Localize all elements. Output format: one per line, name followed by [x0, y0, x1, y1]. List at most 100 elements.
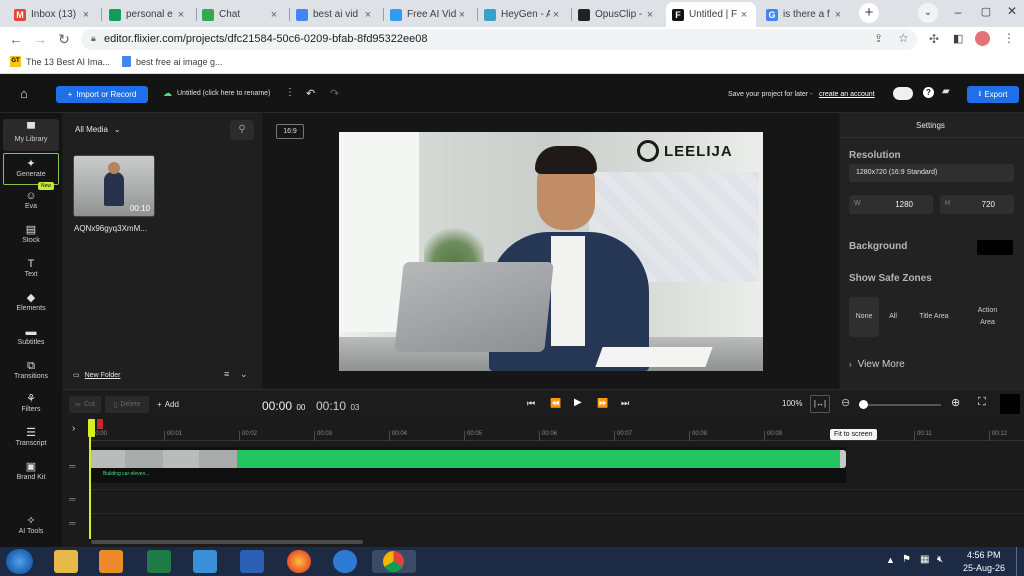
- timeline-collapse-icon[interactable]: ›: [72, 423, 75, 434]
- maximize-window-button[interactable]: ▢: [978, 5, 994, 21]
- nav-item-elements[interactable]: ◆ Elements: [3, 288, 59, 320]
- bookmark-star-icon[interactable]: ☆: [898, 31, 909, 45]
- browser-tab[interactable]: F Untitled | F ×: [666, 2, 756, 27]
- nav-item-transitions[interactable]: ⧉ Transitions: [3, 356, 59, 388]
- safe-zone-option[interactable]: None: [849, 297, 879, 337]
- nav-item-eva[interactable]: ☺ Eva: [3, 186, 59, 218]
- close-tab-icon[interactable]: ×: [644, 9, 656, 21]
- create-account-link[interactable]: create an account: [819, 91, 875, 98]
- new-tab-button[interactable]: +: [859, 3, 879, 23]
- word-icon[interactable]: [240, 550, 264, 573]
- internet-explorer-icon[interactable]: [333, 550, 357, 573]
- video-clip[interactable]: [89, 450, 846, 468]
- close-tab-icon[interactable]: ×: [550, 9, 562, 21]
- background-color-swatch[interactable]: [977, 240, 1013, 255]
- fit-to-screen-icon[interactable]: |↔|: [810, 395, 830, 413]
- width-input[interactable]: W 1280: [849, 195, 933, 214]
- browser-tab[interactable]: Chat ×: [196, 2, 286, 27]
- track-drag-handle[interactable]: ═: [69, 518, 75, 528]
- tray-flag-icon[interactable]: ⚑: [902, 554, 911, 565]
- close-tab-icon[interactable]: ×: [80, 9, 92, 21]
- browser-tab[interactable]: Free AI Vid ×: [384, 2, 474, 27]
- close-tab-icon[interactable]: ×: [738, 9, 750, 21]
- fullscreen-icon[interactable]: ⛶: [978, 396, 986, 409]
- media-player-icon[interactable]: [99, 550, 123, 573]
- fast-forward-icon[interactable]: ⏩: [597, 398, 608, 409]
- nav-item-filters[interactable]: ⚘ Filters: [3, 389, 59, 421]
- zoom-slider[interactable]: [859, 400, 941, 409]
- minimize-window-button[interactable]: –: [950, 5, 966, 21]
- side-panel-icon[interactable]: ◧: [953, 32, 963, 45]
- chrome-icon[interactable]: [372, 550, 416, 573]
- nav-item-ai-tools[interactable]: ✧ AI Tools: [3, 511, 59, 543]
- forward-button[interactable]: →: [32, 32, 48, 46]
- tab-search-icon[interactable]: ⌄: [918, 3, 938, 23]
- address-bar[interactable]: 🔒︎ editor.flixier.com/projects/dfc21584-…: [81, 29, 917, 50]
- rewind-icon[interactable]: ⏪: [550, 398, 561, 409]
- zoom-out-icon[interactable]: ⊖: [841, 396, 850, 409]
- browser-tab[interactable]: best ai vid ×: [290, 2, 380, 27]
- show-desktop-button[interactable]: [1016, 547, 1024, 576]
- redo-icon[interactable]: ↷: [330, 87, 339, 100]
- close-window-button[interactable]: ✕: [1004, 4, 1020, 20]
- collapse-panel-icon[interactable]: ⌄: [240, 369, 248, 380]
- delete-button[interactable]: ▯ Delete: [105, 396, 149, 413]
- view-more-button[interactable]: › View More: [849, 359, 905, 370]
- add-button[interactable]: + Add: [151, 396, 185, 413]
- lock-icon[interactable]: 🔒︎: [91, 33, 96, 44]
- browser-tab[interactable]: M Inbox (13) ×: [8, 2, 98, 27]
- track-drag-handle[interactable]: ═: [69, 494, 75, 504]
- browser-tab[interactable]: Gis there a f ×: [760, 2, 850, 27]
- theme-toggle-icon[interactable]: [893, 87, 913, 100]
- back-button[interactable]: ←: [8, 32, 24, 46]
- media-filter-dropdown[interactable]: All Media ⌄: [75, 125, 121, 134]
- reload-button[interactable]: ↻: [56, 32, 72, 46]
- help-icon[interactable]: ?: [923, 87, 934, 98]
- zoom-in-icon[interactable]: ⊕: [951, 396, 960, 409]
- playhead[interactable]: [88, 419, 95, 539]
- file-explorer-icon[interactable]: [54, 550, 78, 573]
- track-drag-handle[interactable]: ═: [69, 461, 75, 471]
- skip-start-icon[interactable]: ⏮: [527, 398, 535, 409]
- home-icon[interactable]: ⌂: [20, 86, 28, 101]
- share-icon[interactable]: ⇪: [874, 32, 883, 45]
- extensions-icon[interactable]: ✣: [929, 32, 939, 46]
- browser-menu-icon[interactable]: ⋮: [1003, 31, 1015, 45]
- project-title[interactable]: Untitled (click here to rename): [177, 90, 270, 97]
- panel-toggle-icon[interactable]: [1000, 394, 1020, 414]
- export-button[interactable]: ⭳ Export: [967, 86, 1019, 103]
- clip-end-handle[interactable]: [840, 450, 846, 468]
- bookmark-item[interactable]: GT The 13 Best AI Ima...: [10, 56, 110, 67]
- profile-avatar[interactable]: [975, 31, 990, 46]
- zoom-slider-handle[interactable]: [859, 400, 868, 409]
- import-button[interactable]: + Import or Record: [56, 86, 148, 103]
- media-item[interactable]: 00:10: [73, 155, 155, 217]
- tray-up-arrow-icon[interactable]: ▲: [886, 555, 895, 565]
- video-preview[interactable]: LEELIJA: [339, 132, 763, 371]
- cut-button[interactable]: ✂ Cut: [69, 396, 101, 413]
- nav-item-brand-kit[interactable]: ▣ Brand Kit: [3, 457, 59, 489]
- app-icon[interactable]: [193, 550, 217, 573]
- bookmark-item[interactable]: best free ai image g...: [122, 56, 223, 67]
- safe-zone-option[interactable]: Action Area: [961, 297, 1014, 337]
- close-tab-icon[interactable]: ×: [456, 9, 468, 21]
- nav-item-transcript[interactable]: ☰ Transcript: [3, 423, 59, 455]
- excel-icon[interactable]: [147, 550, 171, 573]
- safe-zone-option[interactable]: All: [879, 297, 907, 337]
- sort-icon[interactable]: ≡: [224, 369, 229, 379]
- project-menu-icon[interactable]: ⋮: [285, 87, 295, 98]
- undo-icon[interactable]: ↶: [306, 87, 315, 100]
- close-tab-icon[interactable]: ×: [362, 9, 374, 21]
- tray-network-icon[interactable]: ▦: [920, 554, 929, 565]
- start-button[interactable]: [6, 549, 33, 574]
- nav-item-generate[interactable]: ✦ Generate: [3, 153, 59, 185]
- nav-item-subtitles[interactable]: ▬ Subtitles: [3, 322, 59, 354]
- firefox-icon[interactable]: [287, 550, 311, 573]
- nav-item-stock[interactable]: ▤ Stock: [3, 220, 59, 252]
- new-folder-button[interactable]: ▭ New Folder: [73, 371, 120, 380]
- playhead-marker[interactable]: [88, 419, 95, 437]
- tray-volume-icon[interactable]: 🔇︎: [937, 554, 943, 565]
- skip-end-icon[interactable]: ⏭: [621, 398, 629, 409]
- browser-tab[interactable]: HeyGen - A ×: [478, 2, 568, 27]
- browser-tab[interactable]: OpusClip - ×: [572, 2, 662, 27]
